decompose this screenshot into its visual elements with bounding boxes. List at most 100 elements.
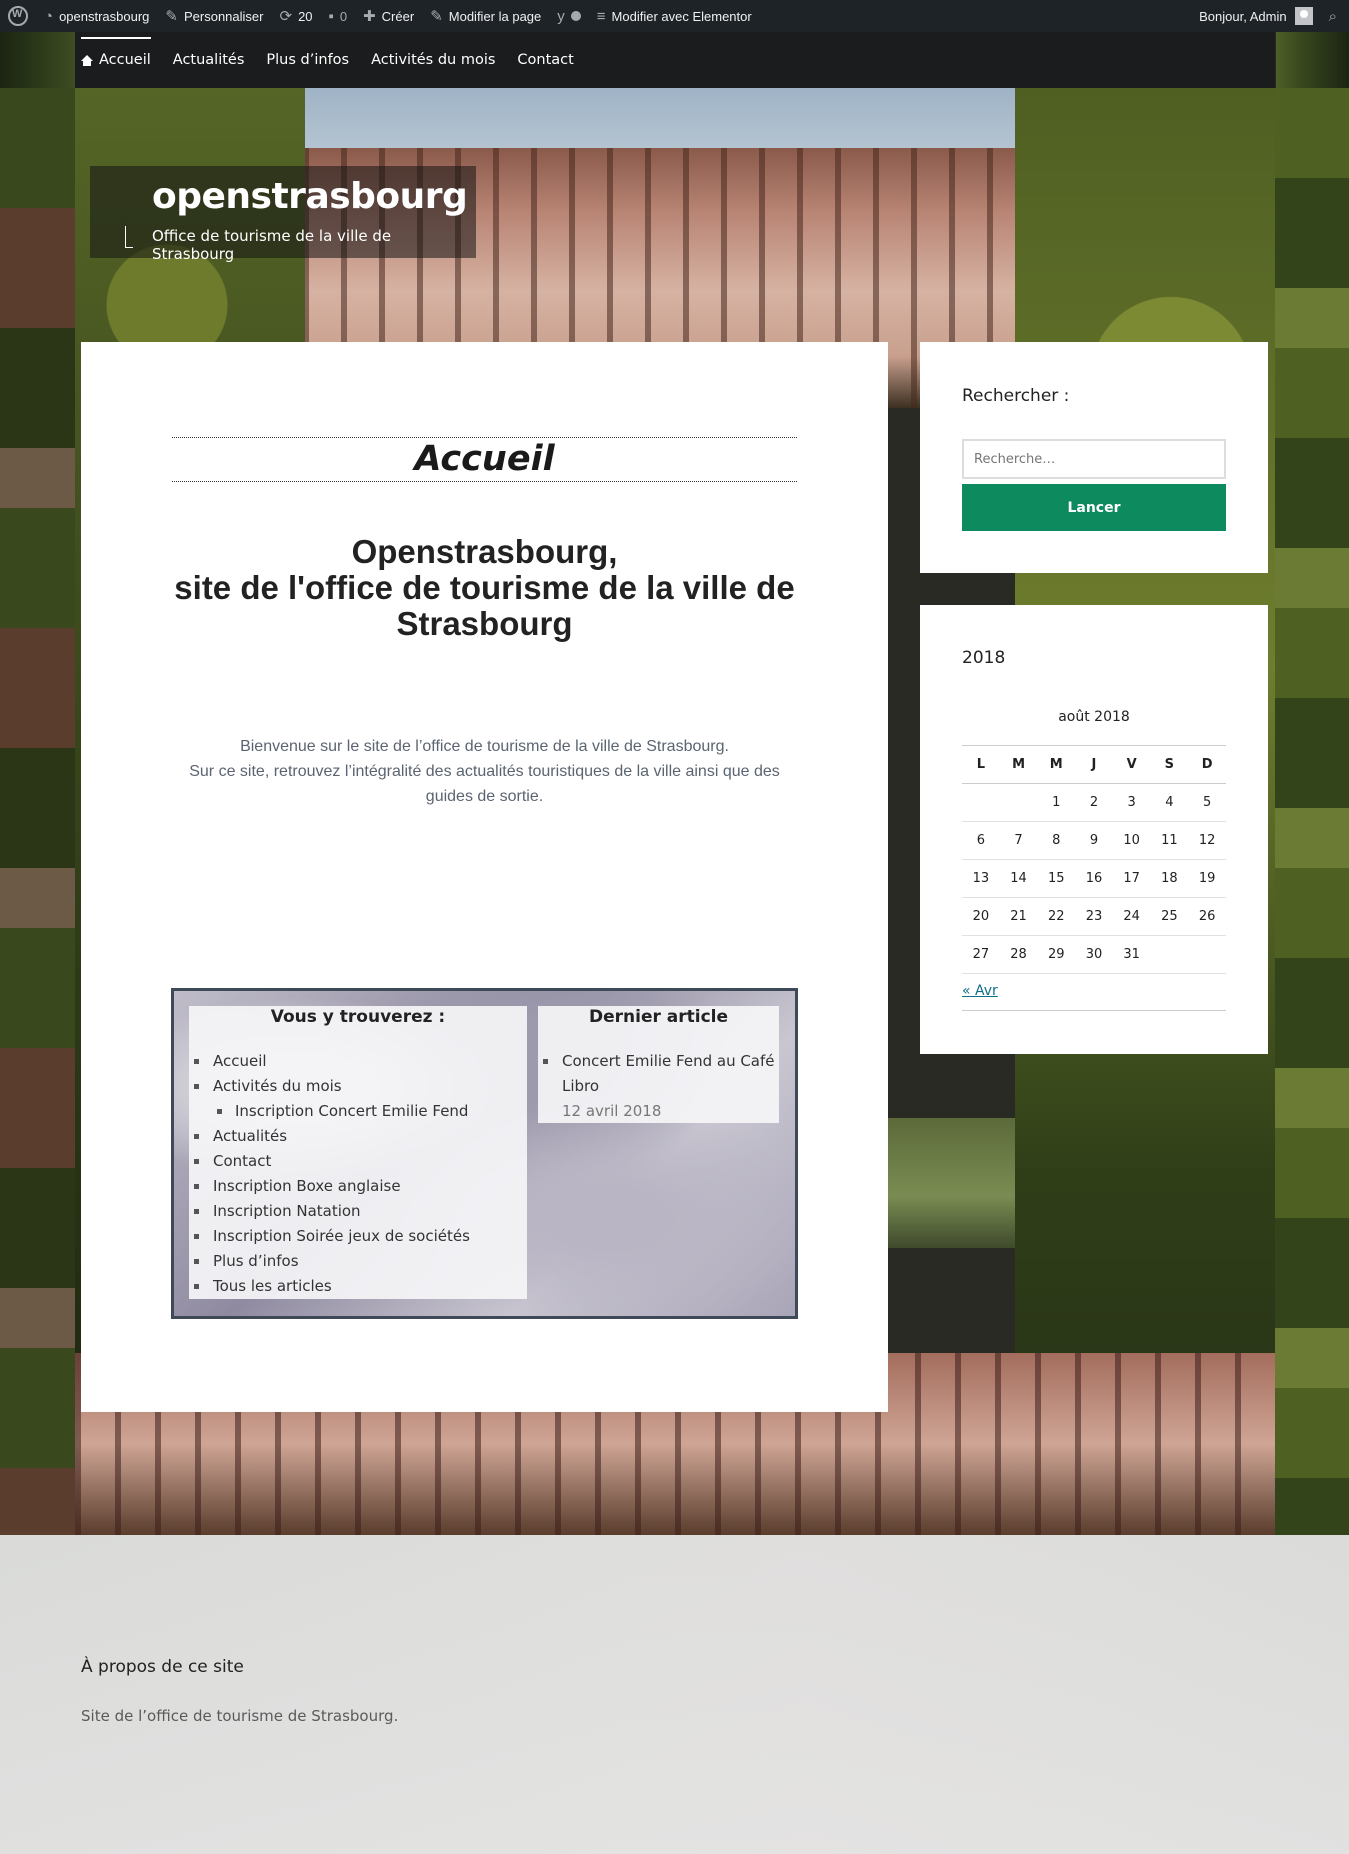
calendar-day <box>999 783 1038 822</box>
main-navigation: Accueil Actualités Plus d’infos Activité… <box>75 32 1275 88</box>
calendar-day: 28 <box>999 935 1038 974</box>
search-widget-title: Rechercher : <box>962 386 1070 406</box>
calendar-day: 3 <box>1112 783 1151 822</box>
calendar-day: 20 <box>962 897 1000 936</box>
updates-link[interactable]: ⟳ 20 <box>271 0 320 32</box>
calendar-day: 10 <box>1112 821 1151 860</box>
main-content: Accueil Openstrasbourg, site de l'office… <box>81 342 888 1412</box>
wordpress-logo-button[interactable] <box>0 0 36 32</box>
customize-link[interactable]: ✎ Personnaliser <box>157 0 271 32</box>
background-strip-left <box>0 88 75 1535</box>
account-menu[interactable]: Bonjour, Admin <box>1191 0 1320 32</box>
calendar-day: 1 <box>1037 783 1076 822</box>
calendar-day: 23 <box>1075 897 1113 936</box>
calendar-day <box>1150 935 1189 974</box>
calendar-caption: août 2018 <box>1058 709 1130 725</box>
calendar-week: 6 7 8 9 10 11 12 <box>962 821 1226 860</box>
calendar-day: 19 <box>1188 859 1226 898</box>
pages-list-item[interactable]: Inscription Natation <box>189 1199 527 1224</box>
site-name-link[interactable]: ◔ openstrasbourg <box>36 0 157 32</box>
recent-post-list: Concert Emilie Fend au Café Libro 12 avr… <box>538 1049 779 1124</box>
calendar-day: 22 <box>1037 897 1076 936</box>
recent-post-link[interactable]: Concert Emilie Fend au Café Libro <box>562 1052 775 1095</box>
recent-post-date: 12 avril 2018 <box>562 1102 662 1120</box>
calendar-day <box>962 783 1000 822</box>
calendar-week: 12345 <box>962 783 1226 822</box>
pages-list-item[interactable]: Contact <box>189 1149 527 1174</box>
calendar-day: 4 <box>1150 783 1189 822</box>
pages-list-item[interactable]: Activités du mois <box>189 1074 527 1099</box>
admin-search-button[interactable]: ⌕ <box>1321 0 1349 32</box>
page-title-box: Accueil <box>172 437 797 482</box>
calendar-weekday: V <box>1112 745 1151 784</box>
seo-link[interactable]: y <box>549 0 589 32</box>
dashboard-icon: ◔ <box>44 7 54 25</box>
pencil-icon: ✎ <box>430 8 443 25</box>
calendar-day: 13 <box>962 859 1000 898</box>
site-description: Office de tourisme de la ville de Strasb… <box>152 227 392 263</box>
calendar-day: 15 <box>1037 859 1076 898</box>
calendar-day <box>1188 935 1226 974</box>
pages-list-item[interactable]: Inscription Soirée jeux de sociétés <box>189 1224 527 1249</box>
calendar-day: 30 <box>1075 935 1113 974</box>
links-widget-box: Vous y trouverez : Accueil Activités du m… <box>171 988 798 1319</box>
background-strip-right <box>1275 88 1349 1535</box>
calendar-day: 21 <box>999 897 1038 936</box>
nav-item-contact[interactable]: Contact <box>517 32 573 88</box>
divider <box>962 1010 1226 1011</box>
calendar-day: 27 <box>962 935 1000 974</box>
intro-text: Bienvenue sur le site de l’office de tou… <box>189 738 780 805</box>
footer-text: Site de l’office de tourisme de Strasbou… <box>81 1707 399 1725</box>
calendar-widget: 2018 août 2018 LMMJVSD 1 2 3 4 5 6 7 8 9 10 11 12 13… <box>920 605 1268 1054</box>
comments-link[interactable]: ▪ 0 <box>321 0 356 32</box>
calendar-day: 8 <box>1037 821 1076 860</box>
nav-item-accueil[interactable]: Accueil <box>81 32 151 88</box>
pages-list-item[interactable]: Tous les articles <box>189 1274 527 1299</box>
nav-item-actualites[interactable]: Actualités <box>173 32 245 88</box>
calendar-day: 7 <box>999 821 1038 860</box>
pages-list-item[interactable]: Inscription Concert Emilie Fend <box>189 1099 527 1124</box>
site-branding: openstrasbourg Office de tourisme de la … <box>90 166 476 263</box>
calendar-day: 24 <box>1112 897 1151 936</box>
recent-post-title: Dernier article <box>588 1007 729 1027</box>
calendar-week: 20 21 22 23 24 25 26 <box>962 897 1226 936</box>
calendar-day: 16 <box>1075 859 1113 898</box>
pages-list-item[interactable]: Actualités <box>189 1124 527 1149</box>
avatar <box>1294 7 1313 25</box>
yoast-icon: y <box>557 7 565 25</box>
hero-heading: Openstrasbourg, site de l'office de tour… <box>174 533 795 642</box>
edit-page-link[interactable]: ✎ Modifier la page <box>422 0 549 32</box>
footer-title: À propos de ce site <box>81 1657 244 1677</box>
pages-widget: Vous y trouverez : Accueil Activités du m… <box>189 1006 527 1299</box>
new-content-link[interactable]: ✚ Créer <box>355 0 422 32</box>
nav-item-plus-infos[interactable]: Plus d’infos <box>266 32 349 88</box>
calendar-day: 25 <box>1150 897 1189 936</box>
nav-item-activites[interactable]: Activités du mois <box>371 32 495 88</box>
brush-icon: ✎ <box>165 8 178 25</box>
seo-status-icon <box>570 11 581 21</box>
calendar-day: 6 <box>962 821 1000 860</box>
pages-list-item[interactable]: Inscription Boxe anglaise <box>189 1174 527 1199</box>
calendar-day: 26 <box>1188 897 1226 936</box>
home-icon <box>81 54 93 66</box>
recent-post-widget: Dernier article Concert Emilie Fend au C… <box>538 1006 779 1123</box>
pages-list-item[interactable]: Accueil <box>189 1049 527 1074</box>
site-title[interactable]: openstrasbourg <box>152 176 468 217</box>
pages-list: Accueil Activités du mois Inscription Conc… <box>189 1049 527 1299</box>
elementor-link[interactable]: ≡ Modifier avec Elementor <box>589 0 760 32</box>
page-title: Accueil <box>414 439 555 479</box>
calendar-day: 2 <box>1075 783 1113 822</box>
elementor-icon: ≡ <box>596 7 606 25</box>
search-button[interactable]: Lancer <box>962 484 1226 531</box>
calendar-weekday: L <box>962 745 1000 784</box>
calendar-weekday: J <box>1075 745 1113 784</box>
calendar-prev-link[interactable]: « Avr <box>962 983 998 999</box>
admin-bar: ◔ openstrasbourg ✎ Personnaliser ⟳ 20 ▪ … <box>0 0 1349 32</box>
pages-list-item[interactable]: Plus d’infos <box>189 1249 527 1274</box>
calendar-day: 17 <box>1112 859 1151 898</box>
calendar-day: 18 <box>1150 859 1189 898</box>
description-marker <box>125 226 133 248</box>
search-input[interactable] <box>962 439 1226 479</box>
calendar-widget-title: 2018 <box>962 648 1006 668</box>
calendar-day: 12 <box>1188 821 1226 860</box>
